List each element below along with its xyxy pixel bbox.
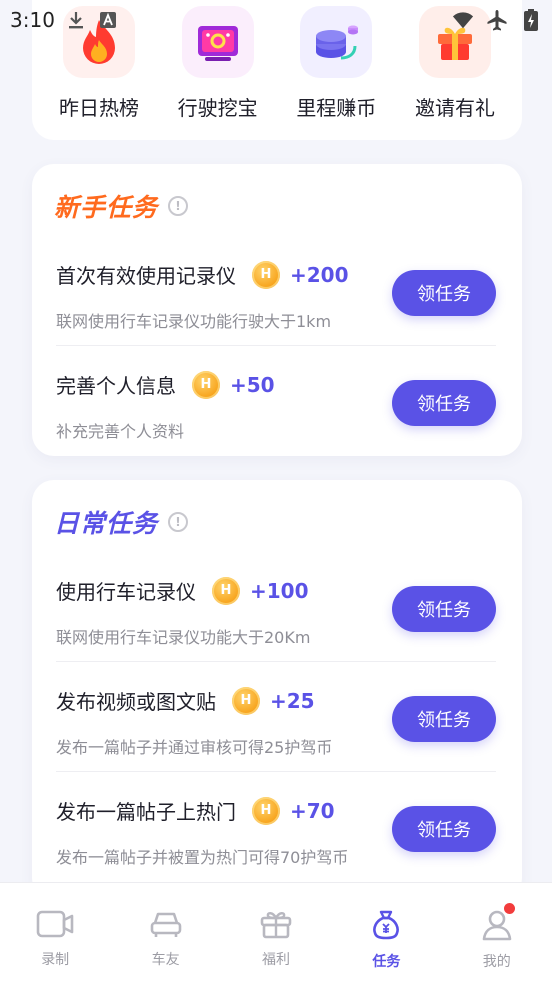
car-icon [149,909,183,943]
tab-mine[interactable]: 我的 [442,883,552,983]
battery-charging-icon [520,9,542,31]
task-description: 补充完善个人资料 [56,422,185,441]
camera-icon [36,909,74,943]
info-icon[interactable]: ! [168,512,189,532]
task-description: 发布一篇帖子并被置为热门可得70护驾币 [56,848,349,867]
section-title: 日常任务 [54,509,159,538]
tab-welfare[interactable]: 福利 [221,883,331,983]
gift-icon [259,909,293,943]
coin-icon: H [252,260,280,289]
task-title: 发布一篇帖子上热门 [56,800,236,824]
airplane-icon [486,9,508,31]
tab-label: 福利 [261,952,290,968]
task-row: 使用行车记录仪 H +100 联网使用行车记录仪功能大于20Km 领任务 [56,552,496,662]
claim-task-button[interactable]: 领任务 [392,696,496,742]
tab-label: 车友 [151,952,180,968]
tab-record[interactable]: 录制 [0,883,110,983]
claim-task-button[interactable]: 领任务 [392,380,496,426]
task-title: 发布视频或图文贴 [56,690,216,714]
quick-action-label: 行驶挖宝 [177,96,258,120]
wifi-icon [452,9,474,31]
claim-task-button[interactable]: 领任务 [392,806,496,852]
status-bar: 3:10 [0,0,552,40]
task-title: 使用行车记录仪 [56,580,196,604]
task-reward: +25 [270,688,315,713]
coin-icon: H [232,686,260,715]
quick-action-label: 邀请有礼 [414,96,495,120]
task-title: 完善个人信息 [56,374,176,398]
notification-badge [503,903,515,914]
newbie-tasks-card: 新手任务 ! 首次有效使用记录仪 H +200 联网使用行车记录仪功能行驶大于1… [32,164,522,456]
coin-icon: H [212,576,240,605]
money-bag-icon [370,909,402,945]
coin-icon: H [192,370,220,399]
download-icon [65,9,87,31]
person-icon [481,909,513,945]
task-description: 联网使用行车记录仪功能行驶大于1km [56,312,332,331]
tab-label: 我的 [482,954,511,970]
task-reward: +70 [290,798,335,823]
tab-tasks[interactable]: 任务 [331,883,441,983]
task-reward: +50 [230,372,275,397]
status-time: 3:10 [10,8,55,32]
claim-task-button[interactable]: 领任务 [392,586,496,632]
tab-car-friends[interactable]: 车友 [111,883,221,983]
task-description: 发布一篇帖子并通过审核可得25护驾币 [56,738,333,757]
newbie-tasks-header: 新手任务 ! [54,186,189,226]
task-reward: +200 [290,262,349,287]
daily-tasks-header: 日常任务 ! [54,502,189,542]
info-icon[interactable]: ! [168,196,189,216]
tab-label: 录制 [41,952,70,968]
quick-action-label: 里程赚币 [296,96,377,120]
section-title: 新手任务 [54,193,159,222]
task-row: 发布一篇帖子上热门 H +70 发布一篇帖子并被置为热门可得70护驾币 领任务 [56,772,496,882]
task-reward: +100 [250,578,309,603]
task-row: 完善个人信息 H +50 补充完善个人资料 领任务 [56,346,496,456]
task-row: 发布视频或图文贴 H +25 发布一篇帖子并通过审核可得25护驾币 领任务 [56,662,496,772]
task-title: 首次有效使用记录仪 [56,264,236,288]
claim-task-button[interactable]: 领任务 [392,270,496,316]
daily-tasks-card: 日常任务 ! 使用行车记录仪 H +100 联网使用行车记录仪功能大于20Km … [32,480,522,900]
task-description: 联网使用行车记录仪功能大于20Km [56,628,311,647]
coin-icon: H [252,796,280,825]
task-row: 首次有效使用记录仪 H +200 联网使用行车记录仪功能行驶大于1km 领任务 [56,236,496,346]
quick-action-label: 昨日热榜 [59,96,139,120]
bottom-tab-bar: 录制 车友 福利 任务 我的 [0,882,552,983]
font-a-icon [97,9,119,31]
tab-label: 任务 [372,954,401,970]
